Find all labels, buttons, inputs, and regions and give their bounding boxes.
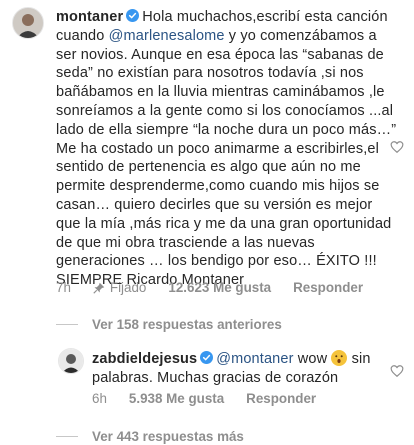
view-previous-replies[interactable]: Ver 158 respuestas anteriores xyxy=(56,317,282,332)
mention-marlenesalome[interactable]: @marlenesalome xyxy=(109,28,225,44)
verified-badge-icon xyxy=(200,351,214,364)
reply-button[interactable]: Responder xyxy=(246,391,316,406)
reply-button[interactable]: Responder xyxy=(293,280,363,295)
comment-meta-zabdieldejesus: 6h 5.938 Me gusta Responder xyxy=(92,391,338,406)
mention-montaner[interactable]: @montaner xyxy=(216,351,293,367)
comment-text-zabdieldejesus: zabdieldejesus @montaner wow sin palabras… xyxy=(92,350,397,388)
avatar-montaner[interactable] xyxy=(12,7,44,39)
comment-text-montaner: montaner Hola muchachos,escribí esta canc… xyxy=(56,8,401,290)
hushed-face-emoji-icon xyxy=(331,350,348,366)
username-montaner[interactable]: montaner xyxy=(56,9,123,25)
likes-count[interactable]: 12.623 Me gusta xyxy=(168,280,271,295)
view-previous-label: Ver 158 respuestas anteriores xyxy=(92,317,282,332)
avatar-zabdieldejesus[interactable] xyxy=(58,348,84,374)
view-more-label: Ver 443 respuestas más xyxy=(92,429,244,444)
avatar-image xyxy=(13,8,43,38)
pin-icon xyxy=(93,282,105,294)
comment-body-part: y yo comenzábamos a ser novios. Aunque e… xyxy=(56,27,397,289)
comment-time: 6h xyxy=(92,391,107,406)
view-more-replies[interactable]: Ver 443 respuestas más xyxy=(56,429,244,444)
comment-meta-montaner: 7h Fijado 12.623 Me gusta Responder xyxy=(56,280,385,295)
comment-time: 7h xyxy=(56,280,71,295)
likes-count[interactable]: 5.938 Me gusta xyxy=(129,391,224,406)
avatar-image xyxy=(59,349,83,373)
divider-line xyxy=(56,436,78,437)
pinned-label: Fijado xyxy=(109,280,147,295)
comment-body-part: wow xyxy=(293,351,332,367)
like-heart-icon[interactable] xyxy=(390,364,404,378)
verified-badge-icon xyxy=(126,9,140,22)
username-zabdieldejesus[interactable]: zabdieldejesus xyxy=(92,351,197,367)
divider-line xyxy=(56,324,78,325)
like-heart-icon[interactable] xyxy=(390,140,404,154)
